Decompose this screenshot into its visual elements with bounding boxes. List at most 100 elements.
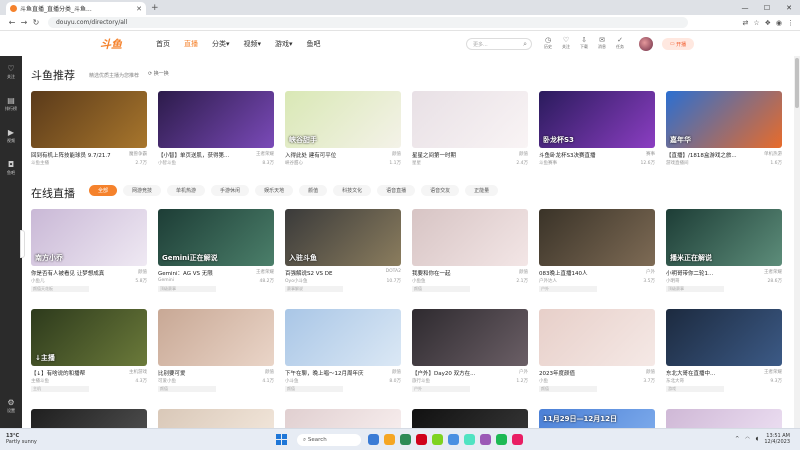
stream-thumbnail[interactable]: 峡谷甜手: [285, 91, 401, 148]
stream-category[interactable]: 户外: [646, 269, 655, 276]
stream-category[interactable]: 颜值: [519, 151, 528, 158]
filter-chip[interactable]: 颜值: [299, 185, 328, 196]
anchor-name[interactable]: 峡谷甜心: [285, 160, 303, 166]
stream-category[interactable]: 颜值: [138, 269, 147, 276]
sidebar-settings[interactable]: ⚙ 设置: [0, 390, 22, 422]
stream-thumbnail[interactable]: ↓主播: [31, 309, 147, 366]
stream-thumbnail[interactable]: 卧龙杯S3: [539, 91, 655, 148]
stream-card[interactable]: 嘉年华 【直播】/1818盒游戏之旅... 单机热游 游戏直播间 1.6万: [666, 91, 782, 166]
header-history-button[interactable]: ◷ 历史: [542, 36, 554, 50]
stream-category[interactable]: 颜值: [646, 369, 655, 376]
stream-title[interactable]: 083晚上直播140人: [539, 269, 631, 276]
stream-title[interactable]: 东北大哥在直播中...: [666, 369, 758, 376]
stream-card[interactable]: 播米正在解说 小明哥带你二轮1... 王者荣耀 小明哥 28.6万 顶级赛事: [666, 209, 782, 292]
stream-card[interactable]: 2023年度颜值 颜值 小鱼 3.7万 颜值: [539, 309, 655, 392]
stream-title[interactable]: 【户外】Day20 双方在...: [412, 369, 504, 376]
anchor-name[interactable]: 斗鱼赛事: [539, 160, 557, 166]
volume-icon[interactable]: ◖: [756, 436, 759, 442]
chevron-up-icon[interactable]: ^: [735, 436, 739, 442]
stream-category[interactable]: 颜值: [392, 151, 401, 158]
nav-item[interactable]: 分类▾: [212, 39, 230, 49]
stream-card[interactable]: 083晚上直播140人 户外 户外达人 3.5万 户外: [539, 209, 655, 292]
stream-thumbnail[interactable]: [412, 309, 528, 366]
stream-category[interactable]: 王者荣耀: [764, 369, 782, 376]
stream-title[interactable]: 你是否有人被看见 让梦想成真: [31, 269, 123, 276]
stream-title[interactable]: 小明哥带你二轮1...: [666, 269, 758, 276]
stream-title[interactable]: 【小智】单页送肌，获得第...: [158, 151, 250, 158]
stream-card[interactable]: 11月29日—12月12日: [539, 409, 655, 428]
stream-thumbnail[interactable]: [285, 309, 401, 366]
anchor-name[interactable]: 小斗鱼: [285, 378, 299, 384]
stream-title[interactable]: 回到有机上阵技能球员 9.7/21.7: [31, 151, 123, 158]
sidebar-item-doc[interactable]: ▤ 排行榜: [0, 88, 22, 120]
stream-category[interactable]: 颜值: [265, 369, 274, 376]
taskbar-app-icon[interactable]: [400, 434, 411, 445]
avatar[interactable]: [639, 37, 653, 51]
stream-card[interactable]: 卧龙杯S3 斗鱼卧龙杯S3决赛直播 赛事 斗鱼赛事 12.6万: [539, 91, 655, 166]
stream-title[interactable]: Gemini：AG VS 无限: [158, 269, 250, 276]
stream-card[interactable]: 峡谷甜手 入得此处 建有可平位 颜值 峡谷甜心 1.1万: [285, 91, 401, 166]
filter-chip[interactable]: 网游竞技: [123, 185, 162, 196]
forward-icon[interactable]: →: [18, 18, 30, 27]
taskbar-app-icon[interactable]: [464, 434, 475, 445]
anchor-name[interactable]: 游戏直播间: [666, 160, 689, 166]
extension-icon[interactable]: ❖: [765, 19, 771, 27]
taskbar-app-icon[interactable]: [448, 434, 459, 445]
stream-thumbnail[interactable]: 入驻斗鱼: [285, 209, 401, 266]
stream-title[interactable]: 比别要可爱: [158, 369, 250, 376]
stream-thumbnail[interactable]: [158, 409, 274, 428]
stream-card[interactable]: 下午在聊，晚上唱～12月周年庆 颜值 小斗鱼 8.0万 颜值: [285, 309, 401, 392]
header-task-button[interactable]: ✓ 任务: [614, 36, 626, 50]
start-live-button[interactable]: ▭ 开播: [662, 38, 694, 50]
windows-start-icon[interactable]: [276, 434, 287, 445]
stream-card[interactable]: 入驻斗鱼 百强解说S2 VS DE DOTA2 Oyo小斗鱼 10.7万 赛事解说: [285, 209, 401, 292]
swap-button[interactable]: ⟳ 换一换: [148, 70, 169, 77]
stream-card[interactable]: 南方小乔 你是否有人被看见 让梦想成真 颜值 小鱼儿 5.8万 颜值天花板: [31, 209, 147, 292]
taskbar-app-icon[interactable]: [416, 434, 427, 445]
stream-title[interactable]: 【↓】有啥说的和播帮: [31, 369, 123, 376]
stream-card[interactable]: 比别要可爱 颜值 可爱小鱼 4.1万 颜值: [158, 309, 274, 392]
stream-card[interactable]: 我要和你在一起 颜值 小鱼鱼 2.1万 颜值: [412, 209, 528, 292]
anchor-name[interactable]: 小鱼: [539, 378, 548, 384]
stream-category[interactable]: DOTA2: [386, 269, 401, 276]
taskbar-search[interactable]: ⌕ Search: [297, 434, 361, 446]
stream-card[interactable]: 星星之间第一时期 颜值 星星 2.4万: [412, 91, 528, 166]
douyu-logo[interactable]: 斗鱼: [100, 36, 140, 52]
stream-thumbnail[interactable]: [539, 309, 655, 366]
header-message-button[interactable]: ✉ 消息: [596, 36, 608, 50]
anchor-name[interactable]: 东北大哥: [666, 378, 684, 384]
stream-thumbnail[interactable]: [666, 309, 782, 366]
stream-thumbnail[interactable]: [158, 91, 274, 148]
filter-chip[interactable]: 语音交友: [421, 185, 460, 196]
stream-category[interactable]: 王者荣耀: [256, 151, 274, 158]
anchor-name[interactable]: 户外达人: [539, 278, 557, 284]
stream-category[interactable]: 王者荣耀: [256, 269, 274, 276]
anchor-name[interactable]: 小鱼儿: [31, 278, 45, 284]
stream-thumbnail[interactable]: [412, 409, 528, 428]
stream-card[interactable]: [31, 409, 147, 428]
close-tab-icon[interactable]: ✕: [136, 5, 142, 13]
stream-thumbnail[interactable]: Gemini正在解说: [158, 209, 274, 266]
nav-item[interactable]: 鱼吧: [307, 39, 321, 49]
filter-chip[interactable]: 语音直播: [377, 185, 416, 196]
stream-category[interactable]: 王者荣耀: [764, 269, 782, 276]
stream-thumbnail[interactable]: [666, 409, 782, 428]
anchor-name[interactable]: Gemini: [158, 278, 174, 284]
stream-category[interactable]: 赛事: [646, 151, 655, 158]
stream-category[interactable]: 单机热游: [764, 151, 782, 158]
stream-card[interactable]: 【户外】Day20 双方在... 户外 旅行斗鱼 1.2万 户外: [412, 309, 528, 392]
anchor-name[interactable]: Oyo小斗鱼: [285, 278, 307, 284]
back-icon[interactable]: ←: [6, 18, 18, 27]
nav-item[interactable]: 首页: [156, 39, 170, 49]
stream-title[interactable]: 星星之间第一时期: [412, 151, 504, 158]
stream-category[interactable]: 魔兽争霸: [129, 151, 147, 158]
header-follow-button[interactable]: ♡ 关注: [560, 36, 572, 50]
menu-icon[interactable]: ⋮: [787, 19, 794, 27]
taskbar-app-icon[interactable]: [512, 434, 523, 445]
taskbar-app-icon[interactable]: [368, 434, 379, 445]
stream-card[interactable]: 【小智】单页送肌，获得第... 王者荣耀 小智斗鱼 8.3万: [158, 91, 274, 166]
anchor-name[interactable]: 斗鱼主播: [31, 160, 49, 166]
stream-thumbnail[interactable]: 嘉年华: [666, 91, 782, 148]
maximize-icon[interactable]: ☐: [756, 4, 778, 12]
filter-chip[interactable]: 单机热游: [167, 185, 206, 196]
